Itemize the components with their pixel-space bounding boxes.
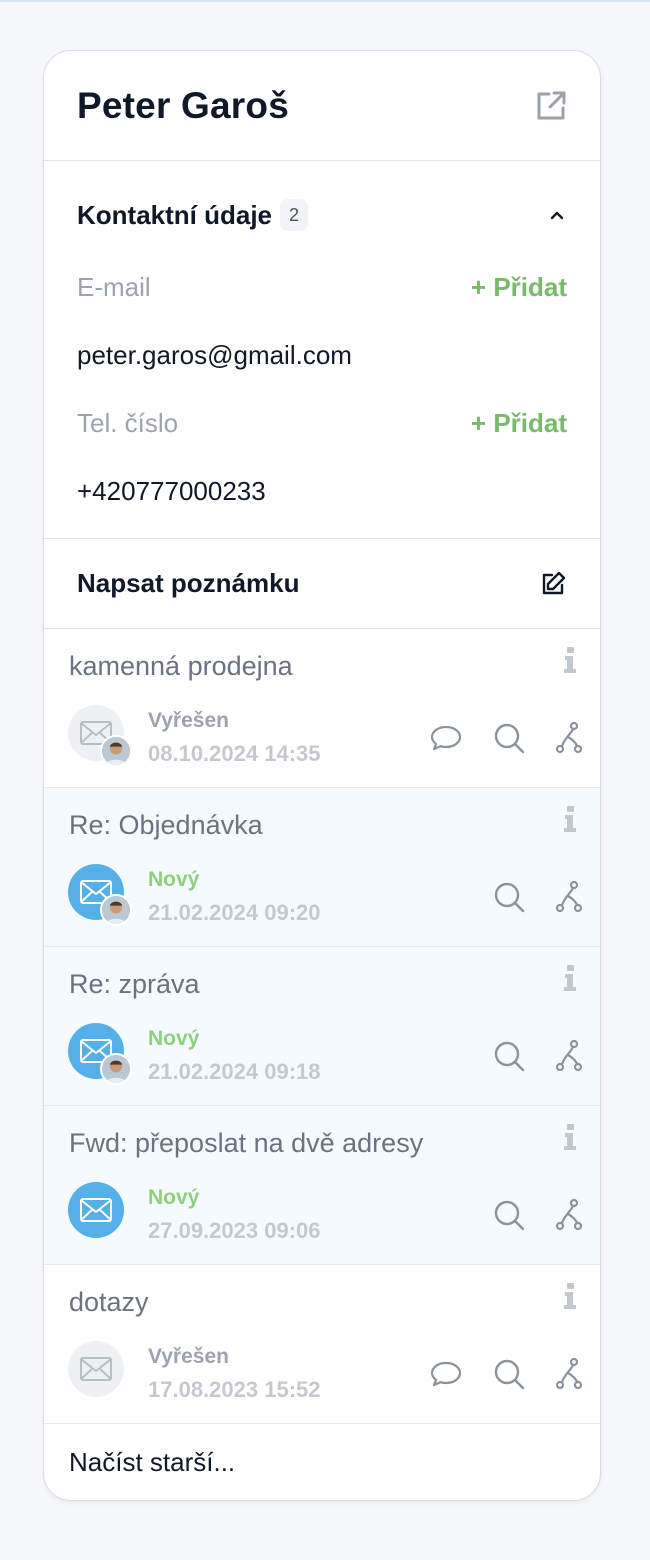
chat-icon[interactable] xyxy=(429,721,463,755)
status-label: Nový xyxy=(148,1027,200,1050)
conversation-title: kamenná prodejna xyxy=(69,651,293,681)
info-icon[interactable] xyxy=(563,965,577,991)
envelope-icon xyxy=(68,1341,124,1397)
avatar xyxy=(100,1053,132,1085)
phone-label: Tel. číslo xyxy=(77,407,179,438)
conversation-title: dotazy xyxy=(69,1287,149,1317)
info-icon[interactable] xyxy=(563,1283,577,1309)
conversation-title: Re: zpráva xyxy=(69,969,200,999)
status-label: Nový xyxy=(148,1186,200,1209)
avatar xyxy=(100,894,132,926)
branch-icon[interactable] xyxy=(552,1198,586,1232)
envelope-icon xyxy=(68,1182,124,1238)
branch-icon[interactable] xyxy=(552,1039,586,1073)
conversation-title: Re: Objednávka xyxy=(69,810,263,840)
conversation-item[interactable]: dotazy Vyřešen 17.08.2023 15:52 xyxy=(44,1265,600,1424)
search-icon[interactable] xyxy=(492,1039,526,1073)
search-icon[interactable] xyxy=(492,1357,526,1391)
branch-icon[interactable] xyxy=(552,721,586,755)
add-email-button[interactable]: + Přidat xyxy=(471,272,567,303)
email-label: E-mail xyxy=(77,271,151,302)
info-icon[interactable] xyxy=(563,647,577,673)
status-label: Vyřešen xyxy=(148,1345,229,1368)
chat-icon[interactable] xyxy=(429,1357,463,1391)
card-header: Peter Garoš xyxy=(44,51,600,161)
contact-details-title: Kontaktní údaje xyxy=(77,199,273,230)
conversation-item[interactable]: Fwd: přeposlat na dvě adresy Nový 27.09.20… xyxy=(44,1106,600,1265)
status-label: Nový xyxy=(148,868,200,891)
write-note-button[interactable]: Napsat poznámku xyxy=(44,539,600,629)
email-value: peter.garos@gmail.com xyxy=(77,339,352,370)
contact-card: Peter Garoš Kontaktní údaje 2 E-mail + P… xyxy=(43,50,601,1501)
count-badge: 2 xyxy=(280,199,309,231)
conversation-title: Fwd: přeposlat na dvě adresy xyxy=(69,1128,424,1158)
phone-value: +420777000233 xyxy=(77,475,266,506)
search-icon[interactable] xyxy=(492,1198,526,1232)
edit-icon xyxy=(542,571,566,594)
conversation-date: 08.10.2024 14:35 xyxy=(148,741,321,766)
conversation-item[interactable]: Re: Objednávka Nový 21.02.2024 09:20 xyxy=(44,788,600,947)
contact-details-section: Kontaktní údaje 2 E-mail + Přidat peter.… xyxy=(44,161,600,539)
load-older-button[interactable]: Načíst starší... xyxy=(44,1424,600,1500)
conversation-item[interactable]: kamenná prodejna Vyřešen 08.10.2024 14:35 xyxy=(44,629,600,788)
contact-details-header[interactable]: Kontaktní údaje 2 xyxy=(77,161,567,269)
info-icon[interactable] xyxy=(563,1124,577,1150)
add-phone-button[interactable]: + Přidat xyxy=(471,408,567,439)
search-icon[interactable] xyxy=(492,721,526,755)
conversation-date: 27.09.2023 09:06 xyxy=(148,1218,321,1243)
conversation-date: 21.02.2024 09:18 xyxy=(148,1059,321,1084)
branch-icon[interactable] xyxy=(552,880,586,914)
branch-icon[interactable] xyxy=(552,1357,586,1391)
search-icon[interactable] xyxy=(492,880,526,914)
chevron-up-icon[interactable] xyxy=(547,205,567,225)
avatar xyxy=(100,735,132,767)
open-external-icon[interactable] xyxy=(534,89,568,123)
status-label: Vyřešen xyxy=(148,709,229,732)
contact-name: Peter Garoš xyxy=(77,84,289,126)
info-icon[interactable] xyxy=(563,806,577,832)
conversation-date: 17.08.2023 15:52 xyxy=(148,1377,321,1402)
conversation-date: 21.02.2024 09:20 xyxy=(148,900,321,925)
conversation-item[interactable]: Re: zpráva Nový 21.02.2024 09:18 xyxy=(44,947,600,1106)
top-border xyxy=(0,0,650,2)
conversation-list: kamenná prodejna Vyřešen 08.10.2024 14:35 R… xyxy=(44,629,600,1424)
write-note-label: Napsat poznámku xyxy=(77,568,300,598)
